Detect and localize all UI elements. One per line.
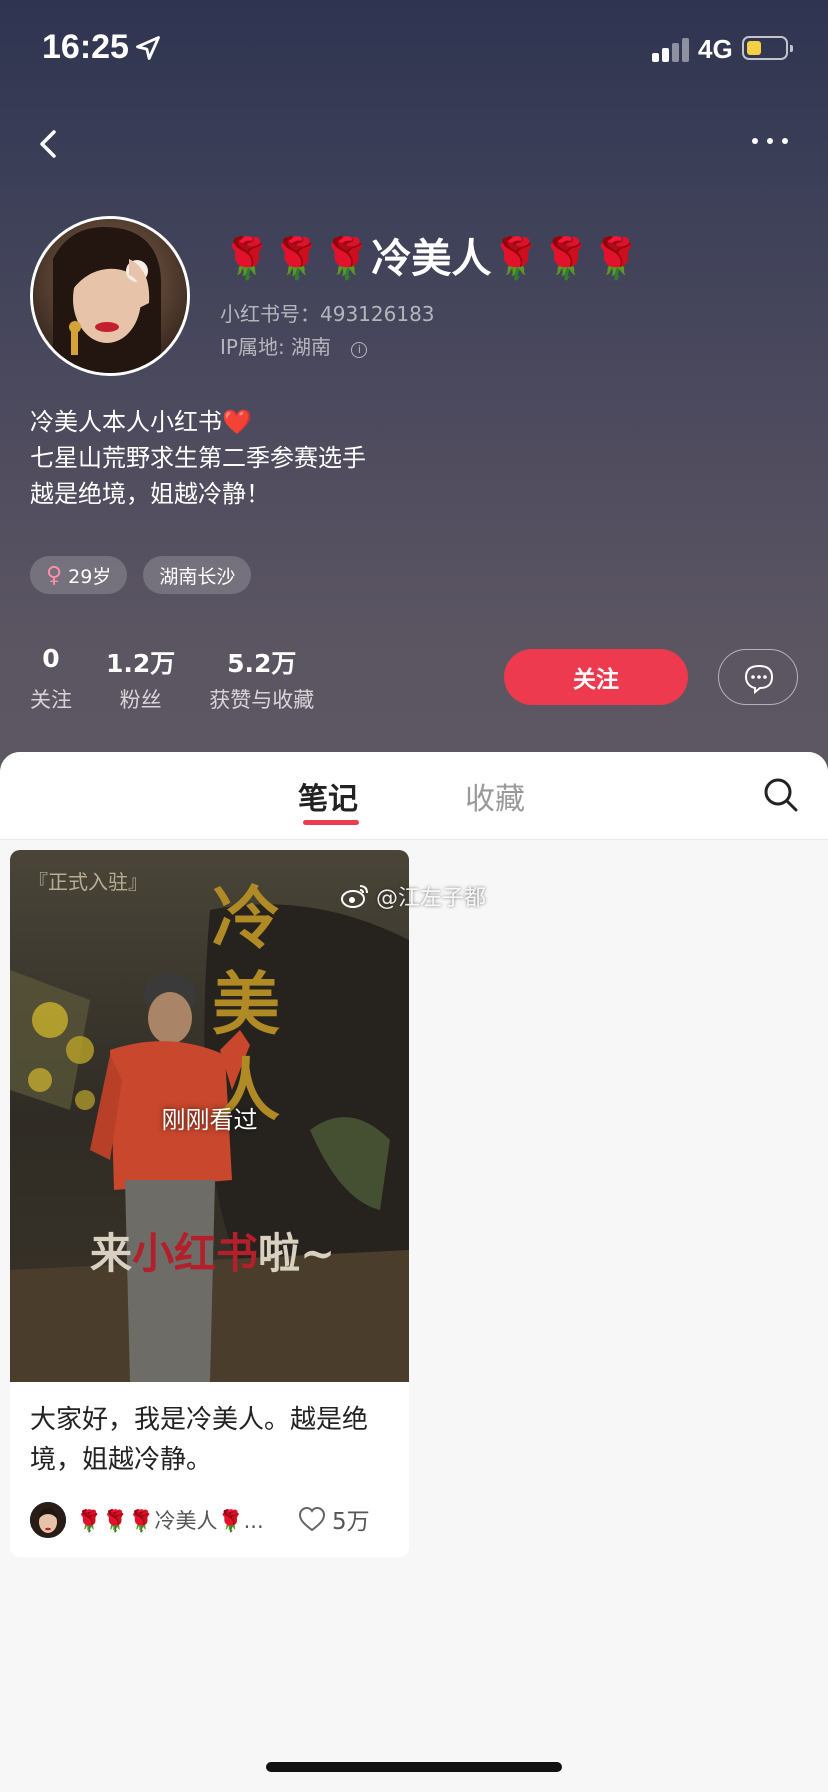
likes-count: 5万 xyxy=(332,1509,370,1535)
back-icon[interactable] xyxy=(30,118,70,170)
stat-likes-collects[interactable]: 5.2万 获赞与收藏 xyxy=(209,644,314,714)
cover-line-suffix: 啦~ xyxy=(258,1229,336,1278)
ip-location-text: IP属地: 湖南 xyxy=(220,335,332,359)
message-button[interactable] xyxy=(718,649,798,705)
bio-line: 越是绝境，姐越冷静！ xyxy=(30,480,270,508)
tab-notes[interactable]: 笔记 xyxy=(298,774,358,818)
bio-line: 冷美人本人小红书❤️ xyxy=(30,408,252,436)
author-name: 🌹🌹🌹冷美人🌹... xyxy=(76,1509,264,1533)
network-type: 4G xyxy=(698,34,733,64)
cover-tag: 『正式入驻』 xyxy=(28,870,148,894)
signal-icon xyxy=(652,36,690,62)
note-title[interactable]: 大家好，我是冷美人。越是绝境，姐越冷静。 xyxy=(30,1400,392,1480)
profile-tags: ♀ 29岁 湖南长沙 xyxy=(30,556,252,594)
cover-line: 来小红书啦~ xyxy=(90,1220,335,1281)
follow-button[interactable]: 关注 xyxy=(504,649,688,705)
note-card[interactable]: 『正式入驻』 冷 美 人 来小红书啦~ 刚刚看过 大家好，我是冷美人。越是绝境，… xyxy=(10,850,409,1557)
bio-line: 七星山荒野求生第二季参赛选手 xyxy=(30,444,366,472)
female-icon: ♀ xyxy=(46,562,63,588)
stat-number: 5.2万 xyxy=(227,649,297,678)
status-time: 16:25 xyxy=(42,28,129,66)
battery-icon xyxy=(742,36,793,60)
tab-collect[interactable]: 收藏 xyxy=(465,774,525,818)
location-tag: 湖南长沙 xyxy=(143,556,252,594)
chat-icon xyxy=(744,664,774,695)
stat-label: 关注 xyxy=(30,688,72,712)
stat-number: 0 xyxy=(42,644,60,673)
status-bar: 16:25 4G xyxy=(0,0,828,100)
cover-char: 美 xyxy=(211,965,280,1045)
profile-nickname: 🌹🌹🌹冷美人🌹🌹🌹 xyxy=(222,236,641,282)
avatar[interactable] xyxy=(30,216,190,376)
cover-big-text: 冷 美 人 xyxy=(206,876,286,1134)
watermark: @江左子都 xyxy=(340,880,486,912)
age-text: 29岁 xyxy=(68,565,112,588)
watermark-text: @江左子都 xyxy=(376,886,487,911)
stat-followers[interactable]: 1.2万 粉丝 xyxy=(106,644,175,714)
note-author[interactable]: 🌹🌹🌹冷美人🌹... xyxy=(30,1502,286,1538)
cover-line-highlight: 小红书 xyxy=(132,1229,259,1278)
ip-location: IP属地: 湖南 i xyxy=(220,331,368,360)
stat-number: 1.2万 xyxy=(106,649,176,678)
more-icon[interactable] xyxy=(744,126,796,156)
cover-char: 冷 xyxy=(211,879,280,959)
heart-icon xyxy=(298,1506,326,1532)
stat-label: 获赞与收藏 xyxy=(209,688,315,712)
author-avatar xyxy=(30,1502,66,1538)
profile-stats: 0 关注 1.2万 粉丝 5.2万 获赞与收藏 xyxy=(30,644,348,714)
info-icon[interactable]: i xyxy=(351,342,368,358)
recently-viewed-label: 刚刚看过 xyxy=(161,1106,258,1134)
stat-label: 粉丝 xyxy=(119,688,162,712)
stat-following[interactable]: 0 关注 xyxy=(30,644,72,714)
search-icon[interactable] xyxy=(762,776,800,814)
weibo-icon xyxy=(341,885,368,908)
note-likes[interactable]: 5万 xyxy=(298,1502,370,1536)
redbook-id: 小红书号：493126183 xyxy=(220,302,435,326)
home-indicator[interactable] xyxy=(266,1762,562,1772)
location-text: 湖南长沙 xyxy=(159,565,236,588)
cover-line-prefix: 来 xyxy=(90,1229,133,1278)
active-tab-indicator xyxy=(303,820,359,825)
location-arrow-icon xyxy=(136,36,160,60)
profile-bio: 冷美人本人小红书❤️ 七星山荒野求生第二季参赛选手 越是绝境，姐越冷静！ xyxy=(30,404,366,512)
tabs-bar: 笔记 收藏 xyxy=(0,752,828,840)
age-tag: ♀ 29岁 xyxy=(30,556,128,594)
